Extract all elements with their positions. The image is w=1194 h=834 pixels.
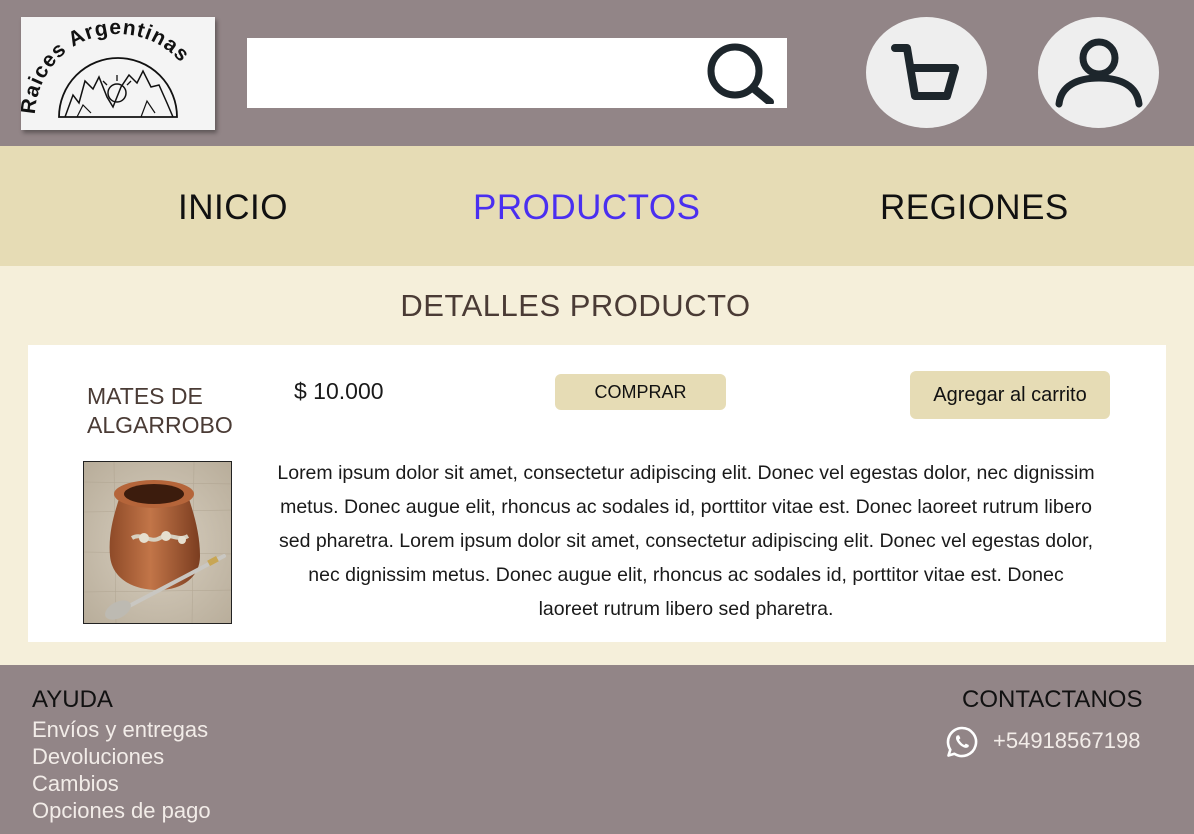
main-nav: INICIO PRODUCTOS REGIONES [0,146,1194,266]
nav-item-productos[interactable]: PRODUCTOS [473,188,701,228]
contact-title: CONTACTANOS [962,686,1143,713]
help-link-envios[interactable]: Envíos y entregas [32,716,211,743]
cart-button[interactable] [866,17,987,128]
search-bar [247,38,787,108]
product-card: MATES DE ALGARROBO $ 10.000 COMPRAR Agre… [28,345,1166,642]
contact-phone[interactable]: +54918567198 [993,728,1140,754]
nav-item-inicio[interactable]: INICIO [178,188,288,228]
search-icon[interactable] [703,42,779,104]
help-links: Envíos y entregas Devoluciones Cambios O… [32,716,211,824]
logo-icon: Raices Argentinas [21,17,194,118]
product-image [83,461,232,624]
search-input[interactable] [247,38,687,108]
help-link-cambios[interactable]: Cambios [32,770,211,797]
user-button[interactable] [1038,17,1159,128]
help-title: AYUDA [32,686,113,713]
svg-text:Raices Argentinas: Raices Argentinas [21,17,194,115]
product-name: MATES DE ALGARROBO [87,383,233,438]
help-link-devoluciones[interactable]: Devoluciones [32,743,211,770]
cart-icon [890,43,959,100]
logo[interactable]: Raices Argentinas [21,17,215,130]
page-title: DETALLES PRODUCTO [400,288,751,323]
user-icon [1055,38,1142,107]
header: Raices Argentinas [0,0,1194,146]
help-link-opciones-pago[interactable]: Opciones de pago [32,797,211,824]
nav-item-regiones[interactable]: REGIONES [880,188,1069,228]
whatsapp-icon[interactable] [946,726,978,758]
product-description: Lorem ipsum dolor sit amet, consectetur … [277,462,1095,620]
product-price: $ 10.000 [294,378,384,404]
buy-button[interactable]: COMPRAR [555,374,726,410]
footer: AYUDA Envíos y entregas Devoluciones Cam… [0,665,1194,834]
add-to-cart-button[interactable]: Agregar al carrito [910,371,1110,419]
logo-text: Raices Argentinas [21,17,193,115]
